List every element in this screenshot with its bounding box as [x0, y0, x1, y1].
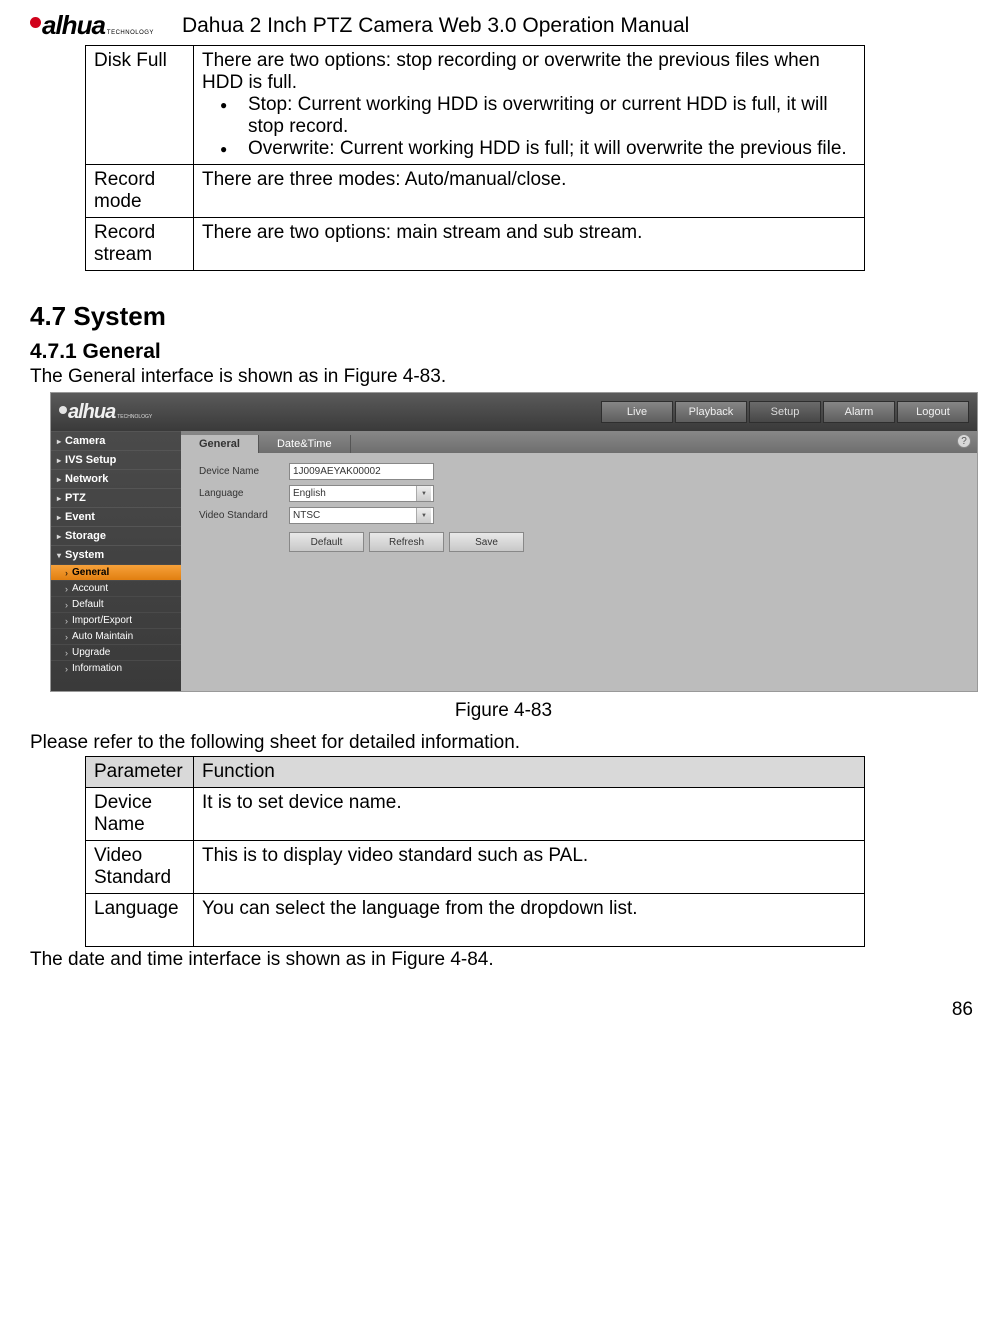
func-text: You can select the language from the dro…: [202, 898, 856, 920]
main-panel: General Date&Time ? Device Name Language…: [181, 431, 977, 691]
figure-4-83: alhua TECHNOLOGY Live Playback Setup Ala…: [50, 392, 978, 692]
brand-logo: alhua TECHNOLOGY: [30, 10, 154, 41]
brand-dot-icon: [30, 17, 41, 28]
brand-subtext: TECHNOLOGY: [107, 30, 154, 36]
document-title: Dahua 2 Inch PTZ Camera Web 3.0 Operatio…: [182, 14, 689, 38]
sidebar-cat-system[interactable]: System: [51, 545, 181, 564]
sidebar-sub-information[interactable]: Information: [51, 660, 181, 676]
desc-intro: There are three modes: Auto/manual/close…: [202, 169, 856, 191]
page-header: alhua TECHNOLOGY Dahua 2 Inch PTZ Camera…: [30, 10, 977, 41]
app-logo-text: alhua: [68, 401, 115, 424]
desc-cell: There are two options: stop recording or…: [194, 46, 865, 165]
device-name-label: Device Name: [199, 466, 289, 477]
brand-text: alhua: [42, 10, 105, 41]
detail-intro: Please refer to the following sheet for …: [30, 732, 977, 754]
nav-setup[interactable]: Setup: [749, 401, 821, 423]
sidebar-cat-camera[interactable]: Camera: [51, 431, 181, 450]
table-row: Record stream There are two options: mai…: [86, 218, 865, 271]
func-text: It is to set device name.: [202, 792, 856, 814]
tabs-bar: General Date&Time: [181, 431, 977, 453]
param-cell: Disk Full: [86, 46, 194, 165]
video-standard-select[interactable]: NTSC: [289, 507, 434, 524]
func-text: This is to display video standard such a…: [202, 845, 856, 867]
section-heading: 4.7 System: [30, 301, 977, 332]
subsection-heading: 4.7.1 General: [30, 340, 977, 364]
desc-intro: There are two options: main stream and s…: [202, 222, 856, 244]
desc-cell: There are two options: main stream and s…: [194, 218, 865, 271]
language-label: Language: [199, 488, 289, 499]
language-select[interactable]: English: [289, 485, 434, 502]
refresh-button[interactable]: Refresh: [369, 532, 444, 552]
func-cell: You can select the language from the dro…: [194, 894, 865, 947]
sidebar: Camera IVS Setup Network PTZ Event Stora…: [51, 431, 181, 691]
func-cell: This is to display video standard such a…: [194, 841, 865, 894]
head-parameter: Parameter: [86, 757, 194, 788]
sidebar-sub-account[interactable]: Account: [51, 580, 181, 596]
video-standard-value: NTSC: [293, 510, 320, 521]
outro-text: The date and time interface is shown as …: [30, 949, 977, 971]
nav-playback[interactable]: Playback: [675, 401, 747, 423]
language-value: English: [293, 488, 326, 499]
device-name-input[interactable]: [289, 463, 434, 480]
desc-bullet: Overwrite: Current working HDD is full; …: [230, 138, 856, 160]
page-number: 86: [30, 999, 977, 1021]
sidebar-cat-ptz[interactable]: PTZ: [51, 488, 181, 507]
parameter-table-2: Parameter Function Device Name It is to …: [85, 756, 865, 947]
sidebar-sub-default[interactable]: Default: [51, 596, 181, 612]
app-logo: alhua TECHNOLOGY: [59, 401, 152, 424]
table-row: Disk Full There are two options: stop re…: [86, 46, 865, 165]
tab-general[interactable]: General: [181, 435, 259, 453]
sidebar-cat-storage[interactable]: Storage: [51, 526, 181, 545]
table-row: Device Name It is to set device name.: [86, 788, 865, 841]
help-icon[interactable]: ?: [957, 434, 971, 448]
sidebar-sub-import-export[interactable]: Import/Export: [51, 612, 181, 628]
settings-form: Device Name Language English Video Stand…: [181, 453, 977, 562]
video-standard-label: Video Standard: [199, 510, 289, 521]
intro-text: The General interface is shown as in Fig…: [30, 366, 977, 388]
table-header-row: Parameter Function: [86, 757, 865, 788]
param-cell: Language: [86, 894, 194, 947]
tab-date-time[interactable]: Date&Time: [259, 435, 351, 453]
default-button[interactable]: Default: [289, 532, 364, 552]
table-row: Record mode There are three modes: Auto/…: [86, 165, 865, 218]
param-cell: Record stream: [86, 218, 194, 271]
nav-alarm[interactable]: Alarm: [823, 401, 895, 423]
desc-bullet: Stop: Current working HDD is overwriting…: [230, 94, 856, 138]
parameter-table-1: Disk Full There are two options: stop re…: [85, 45, 865, 271]
app-logo-sub: TECHNOLOGY: [117, 414, 152, 420]
sidebar-cat-event[interactable]: Event: [51, 507, 181, 526]
nav-live[interactable]: Live: [601, 401, 673, 423]
table-row: Language You can select the language fro…: [86, 894, 865, 947]
param-cell: Video Standard: [86, 841, 194, 894]
sidebar-sub-auto-maintain[interactable]: Auto Maintain: [51, 628, 181, 644]
sidebar-sub-general[interactable]: General: [51, 564, 181, 580]
func-cell: It is to set device name.: [194, 788, 865, 841]
desc-cell: There are three modes: Auto/manual/close…: [194, 165, 865, 218]
sidebar-cat-network[interactable]: Network: [51, 469, 181, 488]
desc-intro: There are two options: stop recording or…: [202, 50, 856, 94]
param-cell: Record mode: [86, 165, 194, 218]
app-logo-dot-icon: [59, 406, 67, 414]
app-topbar: alhua TECHNOLOGY Live Playback Setup Ala…: [51, 393, 977, 431]
param-cell: Device Name: [86, 788, 194, 841]
head-function: Function: [194, 757, 865, 788]
save-button[interactable]: Save: [449, 532, 524, 552]
sidebar-sub-upgrade[interactable]: Upgrade: [51, 644, 181, 660]
sidebar-cat-ivs-setup[interactable]: IVS Setup: [51, 450, 181, 469]
figure-caption: Figure 4-83: [30, 700, 977, 722]
nav-logout[interactable]: Logout: [897, 401, 969, 423]
table-row: Video Standard This is to display video …: [86, 841, 865, 894]
